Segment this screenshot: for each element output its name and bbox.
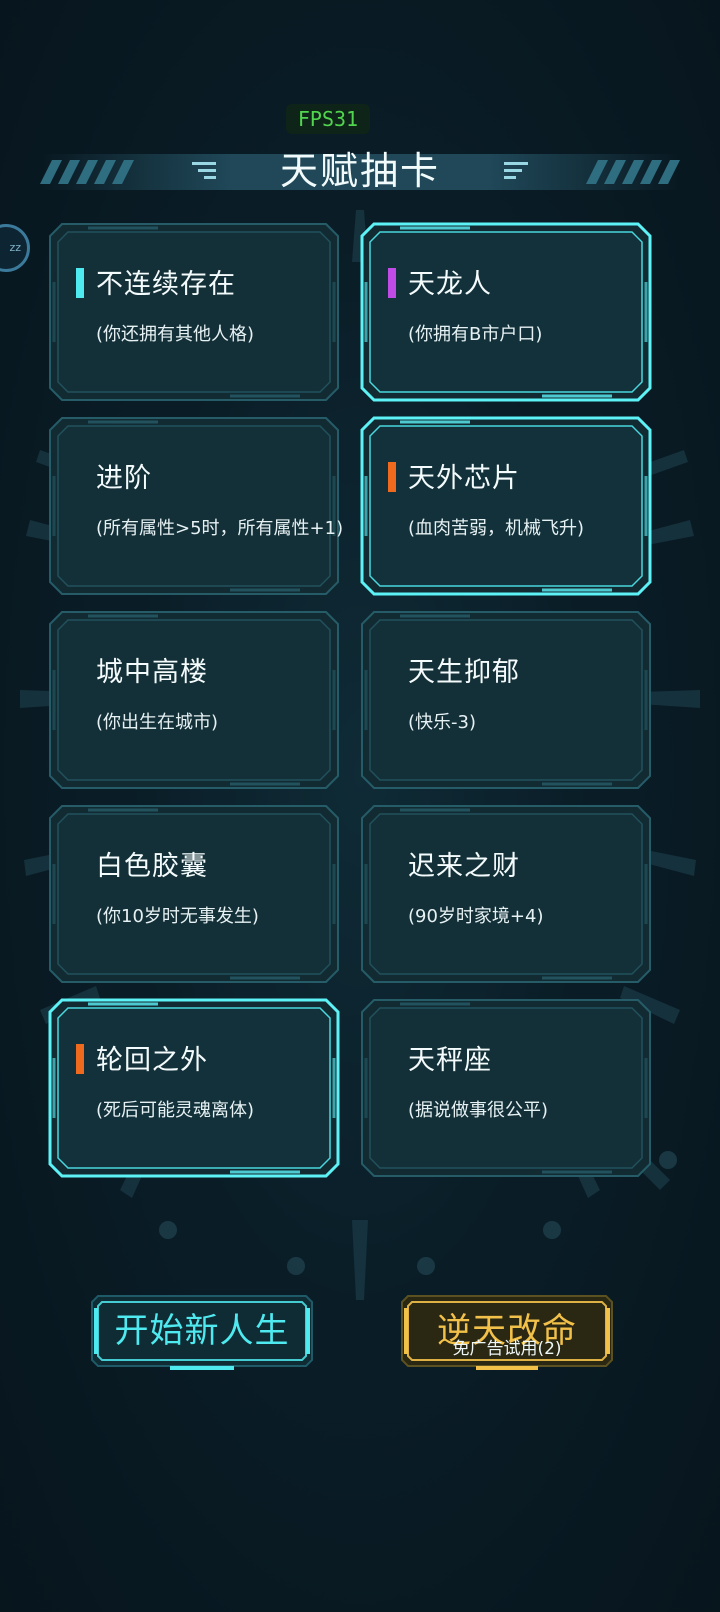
card-frame	[49, 223, 339, 401]
card-frame	[360, 416, 652, 596]
card-title: 天外芯片	[408, 463, 520, 494]
talent-card[interactable]: 轮回之外 (死后可能灵魂离体)	[48, 998, 340, 1178]
card-description: (90岁时家境+4)	[408, 906, 544, 927]
card-description: (你还拥有其他人格)	[96, 324, 255, 345]
start-button-label: 开始新人生	[114, 1311, 290, 1351]
rarity-marker	[388, 268, 396, 298]
talent-card[interactable]: 迟来之财 (90岁时家境+4)	[360, 804, 652, 984]
side-float-label: zz	[9, 241, 21, 254]
card-description: (你10岁时无事发生)	[96, 906, 259, 927]
card-title: 天龙人	[408, 269, 492, 300]
card-title: 白色胶囊	[96, 851, 208, 882]
talent-card[interactable]: 天秤座 (据说做事很公平)	[360, 998, 652, 1178]
rarity-marker	[76, 1044, 84, 1074]
card-title: 进阶	[96, 463, 152, 494]
card-description: (你拥有B市户口)	[408, 324, 543, 345]
talent-card[interactable]: 城中高楼 (你出生在城市)	[48, 610, 340, 790]
card-frame	[49, 417, 339, 595]
card-description: (血肉苦弱，机械飞升)	[408, 518, 585, 539]
title-banner: 天赋抽卡	[0, 142, 720, 200]
talent-card[interactable]: 天外芯片 (血肉苦弱，机械飞升)	[360, 416, 652, 596]
start-new-life-button[interactable]: 开始新人生	[90, 1294, 314, 1376]
talent-card[interactable]: 进阶 (所有属性>5时，所有属性+1)	[48, 416, 344, 596]
card-description: (死后可能灵魂离体)	[96, 1100, 255, 1121]
card-frame	[360, 222, 652, 402]
card-frame	[49, 611, 339, 789]
card-description: (据说做事很公平)	[408, 1100, 549, 1121]
card-frame	[49, 805, 339, 983]
card-title: 天秤座	[408, 1045, 492, 1076]
talent-card[interactable]: 天龙人 (你拥有B市户口)	[360, 222, 652, 402]
card-frame	[48, 998, 340, 1178]
ad-free-trial-note: 免广告试用(2)	[452, 1339, 562, 1359]
page-title: 天赋抽卡	[279, 149, 440, 193]
card-frame	[361, 999, 651, 1177]
talent-card[interactable]: 不连续存在 (你还拥有其他人格)	[48, 222, 340, 402]
fps-counter: FPS31	[286, 104, 370, 134]
card-description: (你出生在城市)	[96, 712, 219, 733]
rarity-marker	[76, 268, 84, 298]
rarity-marker	[388, 462, 396, 492]
card-frame	[361, 805, 651, 983]
side-float-button[interactable]: zz	[0, 224, 30, 272]
card-title: 迟来之财	[408, 851, 520, 882]
card-frame	[361, 611, 651, 789]
card-description: (快乐-3)	[408, 712, 476, 733]
card-title: 不连续存在	[96, 269, 236, 300]
card-title: 城中高楼	[96, 657, 208, 688]
talent-card[interactable]: 白色胶囊 (你10岁时无事发生)	[48, 804, 340, 984]
card-title: 天生抑郁	[408, 657, 520, 688]
card-title: 轮回之外	[96, 1045, 208, 1076]
talent-card[interactable]: 天生抑郁 (快乐-3)	[360, 610, 652, 790]
card-description: (所有属性>5时，所有属性+1)	[96, 518, 344, 539]
